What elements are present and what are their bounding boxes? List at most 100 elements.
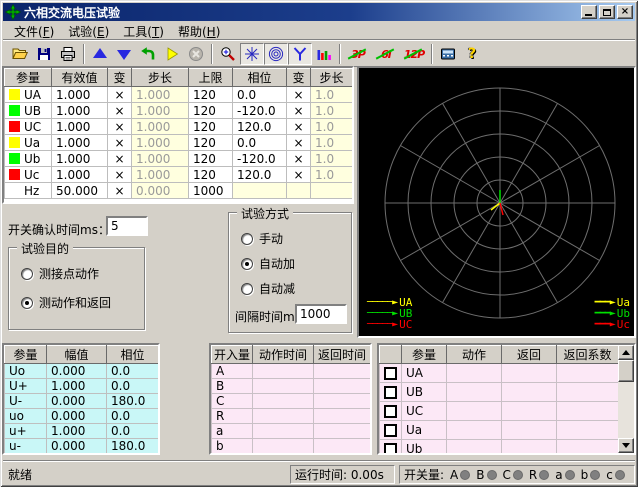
step-cell[interactable]: 1.000 [132, 135, 189, 151]
checkbox[interactable] [384, 443, 397, 455]
phase-cell[interactable]: 0.0 [233, 135, 287, 151]
scroll-thumb[interactable] [618, 360, 634, 382]
vary-toggle-cell[interactable]: × [108, 151, 132, 167]
radio-icon[interactable] [241, 283, 253, 295]
lower-button[interactable] [112, 43, 136, 65]
twelve-phase-button[interactable]: 12P [400, 43, 428, 65]
rms-cell[interactable]: 1.000 [52, 103, 108, 119]
vary-toggle-cell[interactable]: × [108, 167, 132, 183]
step-cell[interactable]: 1.0 [311, 151, 353, 167]
open-button[interactable] [8, 43, 32, 65]
rms-cell[interactable]: 1.000 [52, 119, 108, 135]
print-button[interactable] [56, 43, 80, 65]
action-time-cell [253, 409, 314, 424]
three-phase-button[interactable]: 3P [344, 43, 372, 65]
polar-view-button[interactable] [264, 43, 288, 65]
phase-cell[interactable]: 0.0 [233, 87, 287, 103]
checkbox[interactable] [384, 424, 397, 437]
step-cell[interactable]: 1.000 [132, 103, 189, 119]
help-button[interactable]: ? [460, 43, 484, 65]
interval-input[interactable]: 1000 [295, 304, 347, 324]
bar-chart-button[interactable] [312, 43, 336, 65]
phase-cell[interactable] [233, 183, 287, 199]
rms-cell[interactable]: 1.000 [52, 151, 108, 167]
step-cell[interactable]: 1.0 [311, 103, 353, 119]
radio-auto-increase[interactable]: 自动加 [241, 255, 295, 272]
vary-toggle-cell[interactable]: × [287, 119, 311, 135]
vary-toggle-cell[interactable] [287, 183, 311, 199]
radio-auto-decrease[interactable]: 自动减 [241, 280, 295, 297]
minimize-button[interactable] [581, 5, 597, 19]
rms-cell[interactable]: 1.000 [52, 87, 108, 103]
limit-cell[interactable]: 120 [189, 135, 233, 151]
zoom-button[interactable] [216, 43, 240, 65]
checkbox[interactable] [384, 386, 397, 399]
switch-confirm-input[interactable]: 5 [106, 216, 148, 236]
col-header: 步长 [132, 69, 189, 87]
menu-test[interactable]: 试验(E) [61, 22, 116, 41]
vary-toggle-cell[interactable]: × [287, 103, 311, 119]
radio-action-return[interactable]: 测动作和返回 [21, 294, 111, 311]
close-button[interactable]: × [617, 5, 633, 19]
step-cell[interactable]: 1.0 [311, 119, 353, 135]
vary-toggle-cell[interactable]: × [287, 167, 311, 183]
col-header: 幅值 [47, 346, 107, 364]
scroll-up-button[interactable] [618, 345, 634, 360]
radio-checked-icon[interactable] [241, 258, 253, 270]
vary-toggle-cell[interactable]: × [108, 135, 132, 151]
radio-contact-action[interactable]: 测接点动作 [21, 265, 99, 282]
step-cell[interactable]: 1.0 [311, 135, 353, 151]
limit-cell[interactable]: 1000 [189, 183, 233, 199]
maximize-button[interactable] [599, 5, 615, 19]
phase-cell[interactable]: 120.0 [233, 119, 287, 135]
calculator-button[interactable] [436, 43, 460, 65]
limit-cell[interactable]: 120 [189, 167, 233, 183]
step-cell[interactable]: 1.0 [311, 167, 353, 183]
vertical-scrollbar[interactable] [618, 345, 634, 453]
vary-toggle-cell[interactable]: × [287, 151, 311, 167]
phase-cell: 0.0 [107, 409, 159, 424]
menu-tools[interactable]: 工具(T) [116, 22, 171, 41]
step-cell[interactable] [311, 183, 353, 199]
limit-cell[interactable]: 120 [189, 151, 233, 167]
concentric-circles-icon [268, 46, 284, 62]
vector-view-button[interactable] [240, 43, 264, 65]
vary-toggle-cell[interactable]: × [108, 87, 132, 103]
raise-button[interactable] [88, 43, 112, 65]
vary-toggle-cell[interactable]: × [108, 103, 132, 119]
menu-help[interactable]: 帮助(H) [171, 22, 227, 41]
phase-cell[interactable]: -120.0 [233, 103, 287, 119]
checkbox[interactable] [384, 405, 397, 418]
rms-cell[interactable]: 50.000 [52, 183, 108, 199]
limit-cell[interactable]: 120 [189, 119, 233, 135]
phase-cell[interactable]: 120.0 [233, 167, 287, 183]
step-cell[interactable]: 1.000 [132, 167, 189, 183]
step-cell[interactable]: 1.000 [132, 87, 189, 103]
scroll-down-button[interactable] [618, 438, 634, 453]
vary-toggle-cell[interactable]: × [108, 183, 132, 199]
rms-cell[interactable]: 1.000 [52, 167, 108, 183]
reset-button[interactable] [136, 43, 160, 65]
radio-manual[interactable]: 手动 [241, 230, 283, 247]
step-cell[interactable]: 1.000 [132, 151, 189, 167]
stop-button[interactable] [184, 43, 208, 65]
limit-cell[interactable]: 120 [189, 103, 233, 119]
save-button[interactable] [32, 43, 56, 65]
start-button[interactable] [160, 43, 184, 65]
vary-toggle-cell[interactable]: × [287, 135, 311, 151]
checkbox[interactable] [384, 367, 397, 380]
menu-file[interactable]: 文件(F) [7, 22, 61, 41]
limit-cell[interactable]: 120 [189, 87, 233, 103]
radio-icon[interactable] [21, 268, 33, 280]
step-cell[interactable]: 1.0 [311, 87, 353, 103]
rms-cell[interactable]: 1.000 [52, 135, 108, 151]
step-cell[interactable]: 1.000 [132, 119, 189, 135]
radio-checked-icon[interactable] [21, 297, 33, 309]
vary-toggle-cell[interactable]: × [108, 119, 132, 135]
six-current-button[interactable]: 6I [372, 43, 400, 65]
vary-toggle-cell[interactable]: × [287, 87, 311, 103]
radio-icon[interactable] [241, 233, 253, 245]
phase-cell[interactable]: -120.0 [233, 151, 287, 167]
step-cell[interactable]: 0.000 [132, 183, 189, 199]
y-diagram-button[interactable] [288, 43, 312, 65]
